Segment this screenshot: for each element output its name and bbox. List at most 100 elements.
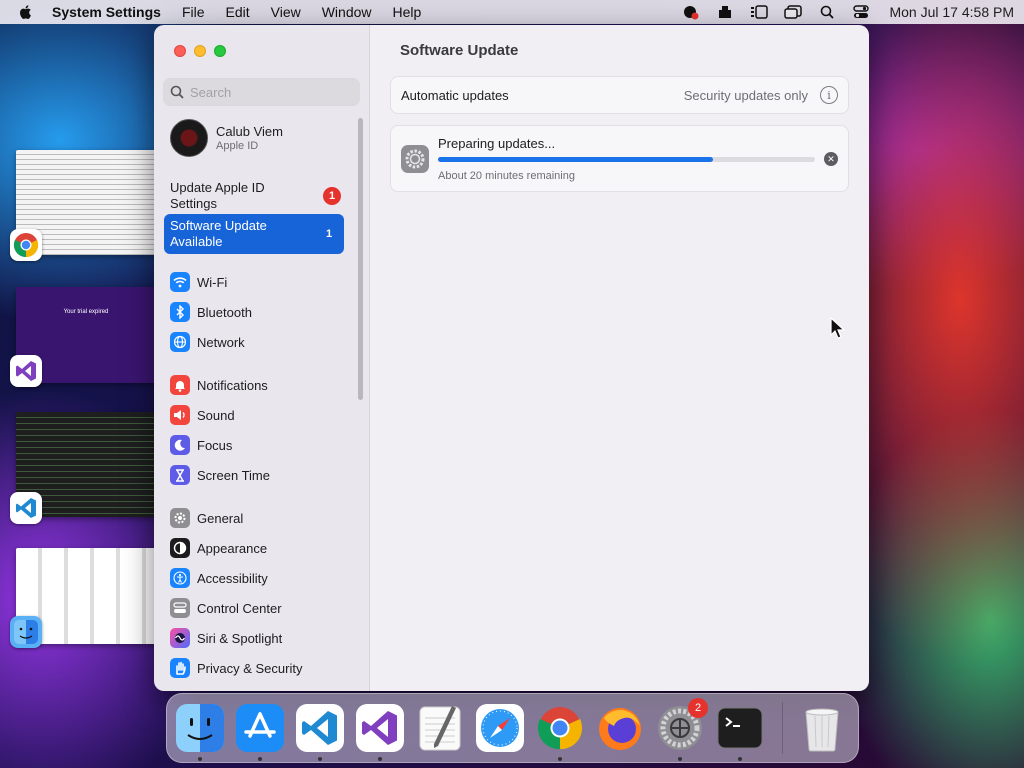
dock-vscode[interactable] xyxy=(296,704,344,761)
zoom-window-button[interactable] xyxy=(214,45,226,57)
avatar xyxy=(170,119,208,157)
dock-safari[interactable] xyxy=(476,704,524,752)
finder-icon xyxy=(176,704,224,752)
gear-icon xyxy=(170,508,190,528)
control-center-icon xyxy=(170,598,190,618)
finder-stage-icon xyxy=(10,616,42,648)
dock-system-settings[interactable]: 2 xyxy=(656,698,708,761)
apple-id-account[interactable]: Calub Viem Apple ID xyxy=(170,119,283,157)
notice-badge: 1 xyxy=(323,187,341,205)
menu-window[interactable]: Window xyxy=(322,4,372,20)
progress-title: Preparing updates... xyxy=(438,136,556,151)
sidebar-item-label: Privacy & Security xyxy=(197,660,303,676)
info-icon[interactable]: i xyxy=(820,86,838,104)
menu-clock[interactable]: Mon Jul 17 4:58 PM xyxy=(889,4,1014,20)
sidebar-item-siri-spotlight[interactable]: Siri & Spotlight xyxy=(170,623,302,653)
settings-content: Software Update Automatic updates Securi… xyxy=(370,25,869,691)
accessibility-icon xyxy=(170,568,190,588)
minimize-window-button[interactable] xyxy=(194,45,206,57)
sidebar-item-appearance[interactable]: Appearance xyxy=(170,533,302,563)
sidebar-item-accessibility[interactable]: Accessibility xyxy=(170,563,302,593)
sidebar-item-label: General xyxy=(197,510,244,526)
window-controls xyxy=(174,45,226,57)
sidebar-item-notifications[interactable]: Notifications xyxy=(170,370,270,400)
sidebar-item-general[interactable]: General xyxy=(170,503,302,533)
automatic-updates-value: Security updates only xyxy=(683,87,808,103)
chrome-icon xyxy=(537,707,583,750)
bell-icon xyxy=(170,375,190,395)
hourglass-icon xyxy=(170,465,190,485)
sidebar-group-system: General Appearance Accessibility Control… xyxy=(170,503,302,683)
apple-menu-icon[interactable] xyxy=(18,4,34,20)
menu-edit[interactable]: Edit xyxy=(226,4,250,20)
sidebar-item-label: Appearance xyxy=(197,540,268,556)
dock-finder[interactable] xyxy=(176,704,224,761)
speaker-icon xyxy=(170,405,190,425)
trash-icon xyxy=(805,708,840,752)
spotlight-search-icon[interactable] xyxy=(817,4,837,20)
sidebar-item-focus[interactable]: Focus xyxy=(170,430,270,460)
app-status-icon[interactable] xyxy=(681,4,701,20)
menu-view[interactable]: View xyxy=(271,4,301,20)
sidebar-item-wifi[interactable]: Wi-Fi xyxy=(170,267,252,297)
running-indicator xyxy=(558,757,562,761)
cancel-update-button[interactable]: ✕ xyxy=(824,152,838,166)
automatic-updates-label: Automatic updates xyxy=(401,87,509,103)
siri-icon xyxy=(170,628,190,648)
update-progress-card: Preparing updates... About 20 minutes re… xyxy=(390,125,849,192)
account-name: Calub Viem xyxy=(216,124,283,139)
notification-badge: 2 xyxy=(688,698,708,718)
software-update-available-item[interactable]: Software Update Available 1 xyxy=(164,214,344,254)
menu-help[interactable]: Help xyxy=(393,4,422,20)
running-indicator xyxy=(378,757,382,761)
sidebar-group-connectivity: Wi-Fi Bluetooth Network xyxy=(170,267,252,357)
menu-app-name[interactable]: System Settings xyxy=(52,4,161,20)
dock-terminal[interactable] xyxy=(716,704,764,761)
running-indicator xyxy=(198,757,202,761)
page-title: Software Update xyxy=(400,42,519,59)
bluetooth-icon xyxy=(170,302,190,322)
system-settings-window: Calub Viem Apple ID Update Apple ID Sett… xyxy=(154,25,869,691)
control-center-icon[interactable] xyxy=(851,4,871,20)
running-indicator xyxy=(738,757,742,761)
dock-chrome[interactable] xyxy=(536,704,584,761)
chrome-stage-icon xyxy=(10,229,42,261)
dock-visual-studio[interactable] xyxy=(356,704,404,761)
dock-firefox[interactable] xyxy=(596,704,644,752)
running-indicator xyxy=(678,757,682,761)
vscode-stage-icon xyxy=(10,492,42,524)
moon-icon xyxy=(170,435,190,455)
sidebar-item-bluetooth[interactable]: Bluetooth xyxy=(170,297,252,327)
sidebar-item-label: Focus xyxy=(197,437,233,453)
sidebar-item-label: Sound xyxy=(197,407,235,423)
update-apple-id-settings-item[interactable]: Update Apple ID Settings 1 xyxy=(164,176,344,216)
appearance-icon xyxy=(170,538,190,558)
safari-icon xyxy=(476,704,524,752)
stage-manager-icon[interactable] xyxy=(749,4,769,20)
running-indicator xyxy=(318,757,322,761)
sidebar-item-privacy-security[interactable]: Privacy & Security xyxy=(170,653,302,683)
dock-trash[interactable] xyxy=(799,704,846,752)
sidebar-item-control-center[interactable]: Control Center xyxy=(170,593,302,623)
search-input[interactable] xyxy=(190,84,350,100)
sidebar-item-label: Screen Time xyxy=(197,467,270,483)
sidebar-item-network[interactable]: Network xyxy=(170,327,252,357)
dock-textedit[interactable] xyxy=(416,704,464,752)
sidebar-search[interactable] xyxy=(163,78,360,106)
dock-app-store[interactable] xyxy=(236,704,284,761)
sidebar-item-sound[interactable]: Sound xyxy=(170,400,270,430)
close-window-button[interactable] xyxy=(174,45,186,57)
dropbox-status-icon[interactable] xyxy=(715,4,735,20)
menu-file[interactable]: File xyxy=(182,4,205,20)
sidebar-item-label: Wi-Fi xyxy=(197,274,228,290)
sidebar-item-label: Bluetooth xyxy=(197,304,252,320)
notice-label: Update Apple ID Settings xyxy=(170,180,265,211)
window-switcher-icon[interactable] xyxy=(783,4,803,20)
search-icon xyxy=(170,85,184,99)
terminal-icon xyxy=(717,707,763,749)
sidebar-scrollbar[interactable] xyxy=(358,118,363,400)
sidebar-item-screen-time[interactable]: Screen Time xyxy=(170,460,270,490)
progress-bar-fill xyxy=(438,157,714,162)
running-indicator xyxy=(258,757,262,761)
progress-bar xyxy=(438,157,815,162)
